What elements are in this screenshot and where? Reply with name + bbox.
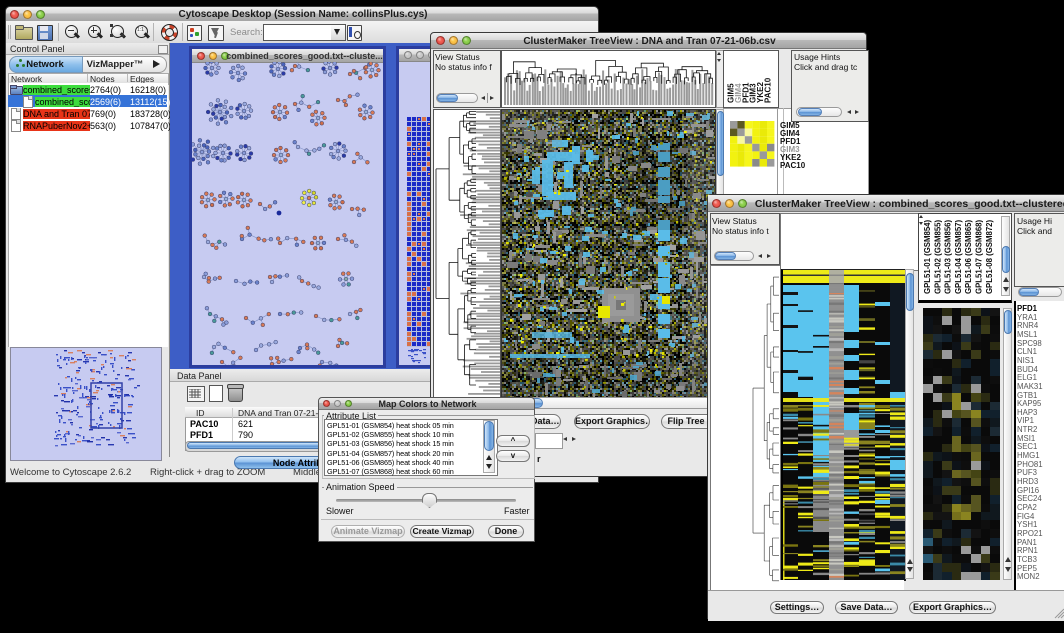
svg-text:GPL51-06 (GSM865): GPL51-06 (GSM865) xyxy=(964,219,973,294)
svg-text:GPL51-03 (GSM856): GPL51-03 (GSM856) xyxy=(944,219,953,294)
svg-text:GPL51-08 (GSM872): GPL51-08 (GSM872) xyxy=(985,219,994,294)
svg-text:GPL51-07 (GSM868): GPL51-07 (GSM868) xyxy=(975,219,984,294)
svg-text:PAC10: PAC10 xyxy=(764,77,773,103)
svg-text:GPL51-01 (GSM854): GPL51-01 (GSM854) xyxy=(923,219,932,294)
svg-text:GPL51-02 (GSM855): GPL51-02 (GSM855) xyxy=(933,219,942,294)
svg-text:GPL51-04 (GSM857): GPL51-04 (GSM857) xyxy=(954,219,963,294)
